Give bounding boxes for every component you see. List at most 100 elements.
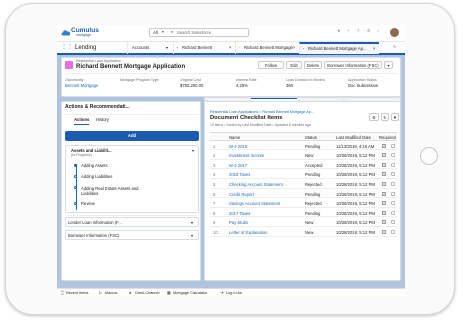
row-name[interactable]: Checking Account Statement xyxy=(229,182,283,187)
utility-macros[interactable]: Macros xyxy=(105,291,117,295)
row-actions-dropdown[interactable] xyxy=(391,181,395,186)
required-checkbox[interactable] xyxy=(382,172,386,177)
app-name: Lending xyxy=(75,45,97,51)
table-row[interactable]: 1 W-2 2018 Pending 11/13/2019, 4:16 AM xyxy=(210,141,397,151)
required-checkbox[interactable] xyxy=(382,229,386,234)
table-row[interactable]: 6 Credit Report Pending 10/28/2019, 5:12 PM xyxy=(210,189,397,199)
column-header-status[interactable]: Status xyxy=(305,135,317,141)
table-row[interactable]: 5 Checking Account Statement Rejected 10/28… xyxy=(210,179,397,189)
utility-log-in-as[interactable]: Log In As xyxy=(226,291,242,295)
refresh-icon[interactable]: ↻ xyxy=(381,113,389,121)
table-header: Name Status Last Modified Date Required xyxy=(210,132,397,141)
row-actions-dropdown[interactable] xyxy=(391,229,395,234)
edit-label: Edit xyxy=(290,63,298,68)
table-row[interactable]: 2 Investment Income New 10/28/2019, 5:12 PM xyxy=(210,151,397,160)
row-actions-dropdown[interactable] xyxy=(391,143,395,148)
row-actions-dropdown[interactable] xyxy=(391,153,395,158)
nav-tab-mortgage-application[interactable]: ▪ Richard Bennett Mortgage Ap... × xyxy=(299,42,379,54)
column-header-date[interactable]: Last Modified Date xyxy=(336,135,371,141)
row-number: 6 xyxy=(213,191,216,197)
close-icon[interactable]: × xyxy=(229,45,231,51)
row-actions-dropdown[interactable] xyxy=(391,210,395,215)
utility-omni-channel[interactable]: Omni-Channel xyxy=(135,291,159,295)
row-name[interactable]: Credit Report xyxy=(229,192,254,197)
table-row[interactable]: 8 2017 Taxes Pending 10/28/2019, 5:12 PM xyxy=(210,208,397,218)
help-icon[interactable]: ? xyxy=(357,28,359,34)
row-number: 8 xyxy=(213,210,216,216)
more-actions-button[interactable]: ▾ xyxy=(384,61,393,69)
row-date: 10/28/2019, 5:12 PM xyxy=(336,201,375,207)
row-name[interactable]: Savings Account Statement xyxy=(229,201,280,206)
row-actions-dropdown[interactable] xyxy=(391,201,395,206)
row-status: New xyxy=(305,153,314,159)
field-value[interactable]: Bennett Mortgage xyxy=(65,83,98,89)
avatar[interactable] xyxy=(390,28,399,37)
delete-button[interactable]: Delete xyxy=(304,61,322,69)
table-row[interactable]: 9 Pay Stubs New 10/28/2019, 5:12 PM xyxy=(210,218,397,228)
required-checkbox[interactable] xyxy=(382,210,386,215)
row-name[interactable]: W-2 2017 xyxy=(229,163,247,168)
borrower-info-section[interactable]: Borrower Information (FSC) ▾ xyxy=(65,230,199,240)
lender-loan-info-section[interactable]: Lender Loan Information (F... ▾ xyxy=(65,217,199,227)
edit-nav-pencil-icon[interactable]: ✎ xyxy=(393,44,397,50)
row-actions-dropdown[interactable] xyxy=(391,191,395,196)
required-checkbox[interactable] xyxy=(382,153,386,158)
borrower-info-button[interactable]: Borrower Information (FSC) xyxy=(324,61,382,69)
row-actions-dropdown[interactable] xyxy=(391,220,395,225)
search-input[interactable]: Search Salesforce xyxy=(177,30,211,36)
nav-tab-accounts[interactable]: Accounts ▾ xyxy=(127,42,173,54)
close-icon[interactable]: × xyxy=(293,45,295,51)
table-row[interactable]: 4 2018 Taxes Pending 10/28/2019, 5:12 PM xyxy=(210,170,397,180)
required-checkbox[interactable] xyxy=(382,220,386,225)
tab-actions[interactable]: Actions xyxy=(74,117,90,125)
add-icon[interactable]: + xyxy=(347,28,349,34)
row-actions-dropdown[interactable] xyxy=(391,172,395,177)
nav-tab-richard-bennett[interactable]: ▪ Richard Bennett × xyxy=(173,42,235,54)
row-actions-dropdown[interactable] xyxy=(391,162,395,167)
required-checkbox[interactable] xyxy=(382,181,386,186)
search-scope[interactable]: All xyxy=(153,30,158,36)
field-value: 360 xyxy=(286,83,293,88)
utility-recent-items[interactable]: Recent Items xyxy=(66,291,88,295)
row-date: 10/28/2019, 5:12 PM xyxy=(336,172,375,178)
row-status: Pending xyxy=(305,143,321,149)
column-header-name[interactable]: Name xyxy=(229,135,240,141)
filter-icon[interactable]: ▼ xyxy=(391,113,399,121)
setup-gear-icon[interactable]: ⚙ xyxy=(367,28,371,34)
required-checkbox[interactable] xyxy=(382,143,386,148)
table-row[interactable]: 3 W-2 2017 Accepted 10/28/2019, 5:12 PM xyxy=(210,160,397,170)
utility-mortgage-calculator[interactable]: Mortgage Calculator xyxy=(173,291,207,295)
follow-button[interactable]: Follow xyxy=(258,61,284,69)
close-icon[interactable]: × xyxy=(373,46,375,52)
table-row[interactable]: 10 Letter of Explanation New 10/28/2019, 5:… xyxy=(210,227,397,237)
row-name[interactable]: 2018 Taxes xyxy=(229,172,250,177)
home-button[interactable] xyxy=(420,147,438,165)
row-name[interactable]: Investment Income xyxy=(229,153,264,158)
notification-bell-icon[interactable]: ♪ xyxy=(377,28,379,34)
row-name[interactable]: Letter of Explanation xyxy=(229,230,267,235)
table-row[interactable]: 7 Savings Account Statement Rejected 10/28/… xyxy=(210,199,397,208)
section-label: Borrower Information (FSC) xyxy=(68,233,120,238)
app-screen: Cumulus mortgage All ▾ ⌕ Search Salesfor… xyxy=(57,25,405,296)
required-checkbox[interactable] xyxy=(382,201,386,206)
chevron-down-icon[interactable]: ▾ xyxy=(166,45,168,51)
row-name[interactable]: Pay Stubs xyxy=(229,220,248,225)
list-settings-gear-icon[interactable]: ⚙ xyxy=(369,113,379,121)
column-header-required[interactable]: Required xyxy=(379,135,396,141)
add-button[interactable]: Add xyxy=(65,131,199,141)
row-name[interactable]: W-2 2018 xyxy=(229,144,247,149)
nav-tab-richard-bennett-mortgage[interactable]: ▪ Richard Bennett Mortgage × xyxy=(235,42,299,54)
tab-history[interactable]: History xyxy=(96,117,109,123)
application-icon: ▪ xyxy=(303,45,305,51)
breadcrumb[interactable]: Residential Loan Applications > Richard … xyxy=(210,110,314,114)
chevron-down-icon[interactable]: ▾ xyxy=(192,148,194,154)
document-checklist-panel: Residential Loan Applications > Richard … xyxy=(204,101,401,281)
edit-button[interactable]: Edit xyxy=(286,61,302,69)
step-label: Adding Liabilities xyxy=(81,174,113,179)
row-name[interactable]: 2017 Taxes xyxy=(229,211,250,216)
global-search[interactable]: All ▾ ⌕ Search Salesforce xyxy=(149,28,249,37)
macros-icon: ▷ xyxy=(99,290,102,295)
required-checkbox[interactable] xyxy=(382,162,386,167)
star-icon[interactable]: ★ xyxy=(337,28,341,34)
required-checkbox[interactable] xyxy=(382,191,386,196)
